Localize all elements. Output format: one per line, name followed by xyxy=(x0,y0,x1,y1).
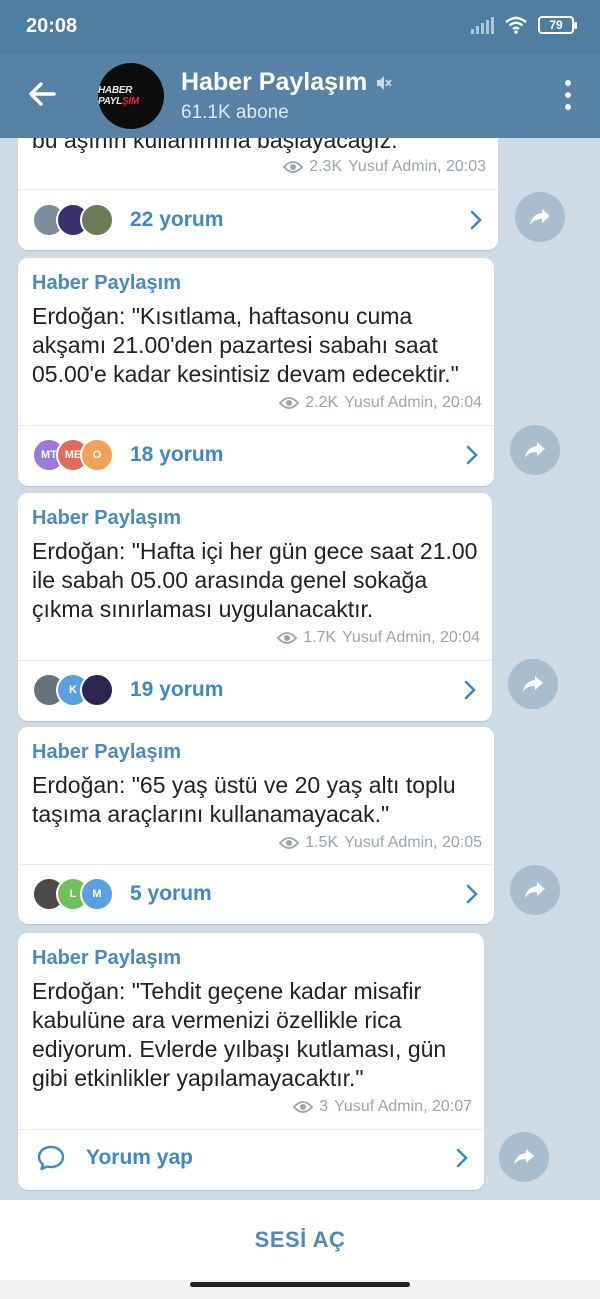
divider xyxy=(18,189,498,190)
divider xyxy=(18,1129,484,1130)
chat-header: HABER PAYLŞIM Haber Paylaşım 61.1K abone xyxy=(0,54,600,138)
message-author: Haber Paylaşım xyxy=(32,947,181,969)
author-signature: Yusuf Admin, 20:04 xyxy=(344,394,482,411)
message-bubble: Haber Paylaşım Erdoğan: "Hafta içi her g… xyxy=(18,493,492,721)
message-text: bu aşının kullanımına başlayacağız. xyxy=(32,138,398,153)
subscriber-count: 61.1K abone xyxy=(181,102,289,123)
chevron-right-icon xyxy=(470,210,482,230)
author-signature: Yusuf Admin, 20:07 xyxy=(334,1098,472,1115)
channel-title[interactable]: Haber Paylaşım xyxy=(181,68,393,97)
share-button[interactable] xyxy=(508,659,558,709)
author-signature: Yusuf Admin, 20:04 xyxy=(342,629,480,646)
eye-icon xyxy=(293,1101,314,1113)
comment-bubble-icon xyxy=(37,1145,65,1171)
message-bubble: Haber Paylaşım Erdoğan: "Tehdit geçene k… xyxy=(18,933,484,1190)
channel-title-text: Haber Paylaşım xyxy=(181,68,368,96)
message-text: Erdoğan: "Hafta içi her gün gece saat 21… xyxy=(32,538,478,622)
view-count: 2.2K xyxy=(305,394,339,411)
share-button[interactable] xyxy=(510,865,560,915)
unmute-bar[interactable]: SESİ AÇ xyxy=(0,1200,600,1280)
commenter-avatar: O xyxy=(80,438,114,472)
message-meta: 2.3K Yusuf Admin, 20:03 xyxy=(283,158,486,176)
comments-count: 19 yorum xyxy=(130,678,224,701)
share-arrow-icon xyxy=(530,209,550,225)
view-count: 1.7K xyxy=(303,629,337,646)
message-meta: 3 Yusuf Admin, 20:07 xyxy=(293,1098,472,1116)
message-bubble: Haber Paylaşım Erdoğan: "65 yaş üstü ve … xyxy=(18,727,494,924)
eye-icon xyxy=(277,632,298,644)
view-count: 1.5K xyxy=(305,834,339,851)
battery-icon: 79 xyxy=(538,16,577,34)
message-text: Erdoğan: "Kısıtlama, haftasonu cuma akşa… xyxy=(32,303,459,387)
message-text: Erdoğan: "65 yaş üstü ve 20 yaş altı top… xyxy=(32,772,456,827)
commenter-avatars: K xyxy=(32,673,114,707)
comments-button[interactable]: 22 yorum xyxy=(32,196,484,244)
author-signature: Yusuf Admin, 20:03 xyxy=(348,158,486,175)
system-nav-bar xyxy=(0,1280,600,1299)
comments-count: 22 yorum xyxy=(130,208,224,231)
commenter-avatar: M xyxy=(80,877,114,911)
comments-button[interactable]: MT ME O 18 yorum xyxy=(32,431,480,479)
divider xyxy=(18,425,494,426)
status-bar: 20:08 79 xyxy=(0,0,600,54)
battery-level: 79 xyxy=(549,18,563,32)
view-count: 3 xyxy=(319,1098,329,1115)
message-meta: 1.5K Yusuf Admin, 20:05 xyxy=(279,834,482,852)
comments-count: 5 yorum xyxy=(130,882,212,905)
home-indicator[interactable] xyxy=(190,1282,410,1287)
chevron-right-icon xyxy=(464,680,476,700)
share-arrow-icon xyxy=(525,882,545,898)
divider xyxy=(18,660,492,661)
status-icons: 79 xyxy=(471,16,577,34)
unmute-button[interactable]: SESİ AÇ xyxy=(255,1227,346,1253)
share-button[interactable] xyxy=(499,1132,549,1182)
divider xyxy=(18,864,494,865)
more-menu-icon[interactable] xyxy=(564,80,572,110)
share-arrow-icon xyxy=(514,1149,534,1165)
view-count: 2.3K xyxy=(309,158,343,175)
message-author: Haber Paylaşım xyxy=(32,507,181,529)
chevron-right-icon xyxy=(456,1148,468,1168)
share-button[interactable] xyxy=(515,192,565,242)
author-signature: Yusuf Admin, 20:05 xyxy=(344,834,482,851)
back-arrow-icon[interactable] xyxy=(24,76,60,112)
leave-comment-label: Yorum yap xyxy=(86,1146,193,1169)
eye-icon xyxy=(279,837,300,849)
share-button[interactable] xyxy=(510,425,560,475)
chevron-right-icon xyxy=(466,884,478,904)
commenter-avatars: MT ME O xyxy=(32,438,114,472)
message-bubble: Haber Paylaşım Erdoğan: "Kısıtlama, haft… xyxy=(18,258,494,486)
eye-icon xyxy=(283,161,304,173)
message-meta: 1.7K Yusuf Admin, 20:04 xyxy=(277,629,480,647)
commenter-avatar xyxy=(80,203,114,237)
leave-comment-button[interactable]: Yorum yap xyxy=(36,1134,470,1182)
message-text: Erdoğan: "Tehdit geçene kadar misafir ka… xyxy=(32,978,447,1091)
commenter-avatars: L M xyxy=(32,877,114,911)
channel-avatar[interactable]: HABER PAYLŞIM xyxy=(98,63,164,129)
comments-button[interactable]: L M 5 yorum xyxy=(32,870,480,918)
channel-logo: HABER PAYLŞIM xyxy=(98,85,139,107)
message-bubble: bu aşının kullanımına başlayacağız. 2.3K… xyxy=(18,138,498,250)
wifi-icon xyxy=(505,16,527,34)
comments-count: 18 yorum xyxy=(130,443,224,466)
share-arrow-icon xyxy=(525,442,545,458)
message-list[interactable]: bu aşının kullanımına başlayacağız. 2.3K… xyxy=(0,138,600,1200)
message-author: Haber Paylaşım xyxy=(32,741,181,763)
muted-speaker-icon xyxy=(377,75,392,90)
message-author: Haber Paylaşım xyxy=(32,272,181,294)
commenter-avatar xyxy=(80,673,114,707)
chevron-right-icon xyxy=(466,445,478,465)
signal-icon xyxy=(471,16,494,34)
status-time: 20:08 xyxy=(26,15,78,37)
message-meta: 2.2K Yusuf Admin, 20:04 xyxy=(279,394,482,412)
share-arrow-icon xyxy=(523,676,543,692)
eye-icon xyxy=(279,397,300,409)
commenter-avatars xyxy=(32,203,114,237)
comments-button[interactable]: K 19 yorum xyxy=(32,666,478,714)
